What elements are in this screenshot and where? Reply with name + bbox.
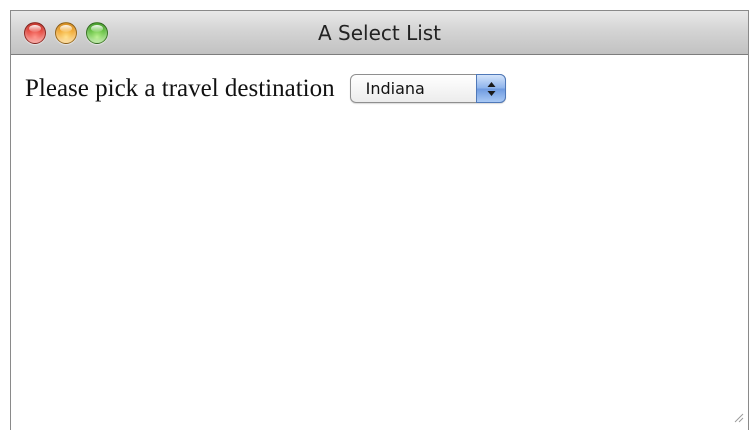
destination-selected-value: Indiana <box>365 79 425 98</box>
title-bar[interactable]: A Select List <box>11 11 748 55</box>
browser-window: A Select List Please pick a travel desti… <box>10 10 749 430</box>
destination-select[interactable]: Indiana <box>349 74 506 103</box>
select-stepper[interactable] <box>475 74 506 103</box>
resize-grip-icon[interactable] <box>732 410 744 428</box>
destination-prompt: Please pick a travel destination <box>25 74 335 102</box>
window-title: A Select List <box>317 21 442 45</box>
up-down-arrows-icon <box>487 82 496 96</box>
page-content: Please pick a travel destination Indiana <box>11 55 748 103</box>
